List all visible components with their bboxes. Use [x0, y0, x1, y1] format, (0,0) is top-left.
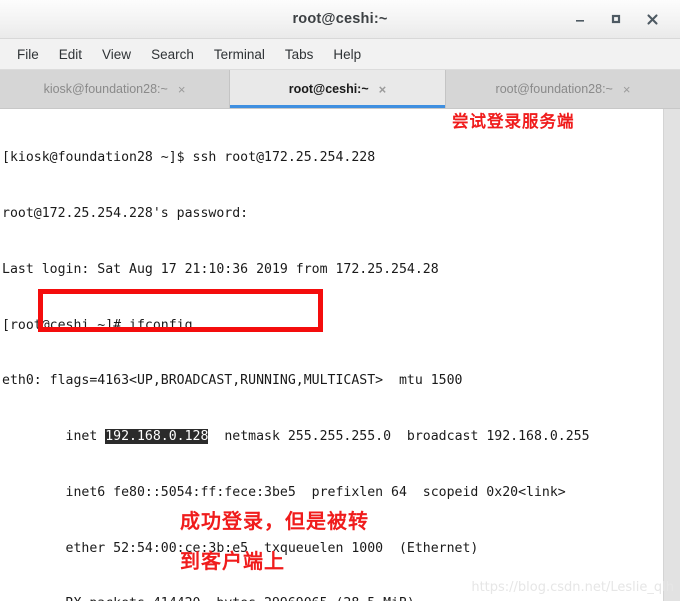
maximize-button[interactable]: [606, 9, 626, 29]
annotation-login-attempt: 尝试登录服务端: [452, 112, 575, 131]
menu-item-help[interactable]: Help: [324, 44, 370, 65]
tab-close-icon[interactable]: ×: [379, 83, 387, 96]
tab-bar: kiosk@foundation28:~ × root@ceshi:~ × ro…: [0, 70, 680, 109]
menu-item-view[interactable]: View: [93, 44, 140, 65]
menu-item-search[interactable]: Search: [142, 44, 203, 65]
window-title: root@ceshi:~: [292, 11, 388, 27]
terminal-window: root@ceshi:~ File Edit View Search Termi…: [0, 0, 680, 601]
menu-bar: File Edit View Search Terminal Tabs Help: [0, 39, 680, 70]
tab-kiosk-foundation28[interactable]: kiosk@foundation28:~ ×: [0, 70, 230, 108]
close-button[interactable]: [642, 9, 662, 29]
annotation-result-line-2: 到客户端上: [180, 549, 285, 573]
menu-item-file[interactable]: File: [8, 44, 48, 65]
tab-close-icon[interactable]: ×: [623, 83, 631, 96]
minimize-button[interactable]: [570, 9, 590, 29]
terminal-line: eth0: flags=4163<UP,BROADCAST,RUNNING,MU…: [2, 373, 463, 389]
title-bar: root@ceshi:~: [0, 0, 680, 39]
terminal-line: ether 52:54:00:ce:3b:e5 txqueuelen 1000 …: [2, 540, 479, 556]
inet-suffix: netmask 255.255.255.0 broadcast 192.168.…: [208, 429, 590, 445]
tab-label: root@ceshi:~: [288, 82, 369, 96]
terminal-line: RX packets 414420 bytes 29969065 (28.5 M…: [2, 595, 680, 601]
menu-item-terminal[interactable]: Terminal: [205, 44, 274, 65]
watermark: https://blog.csdn.net/Leslie_qlh: [471, 580, 674, 595]
terminal-scrollbar[interactable]: [663, 109, 680, 601]
window-controls: [570, 0, 672, 38]
selected-ip-address: 192.168.0.128: [105, 429, 209, 445]
menu-item-tabs[interactable]: Tabs: [276, 44, 323, 65]
terminal-line: inet6 fe80::5054:ff:fece:3be5 prefixlen …: [2, 484, 566, 500]
inet-prefix: inet: [2, 429, 106, 445]
tab-close-icon[interactable]: ×: [178, 83, 186, 96]
terminal-line: root@172.25.254.228's password:: [2, 205, 249, 221]
tab-label: root@foundation28:~: [495, 82, 613, 96]
tab-label: kiosk@foundation28:~: [43, 82, 168, 96]
terminal-line: [root@ceshi ~]# ifconfig: [2, 317, 193, 333]
annotation-result-line-1: 成功登录，但是被转: [180, 509, 369, 533]
terminal-line-inet: inet 192.168.0.128 netmask 255.255.255.0…: [2, 428, 680, 447]
terminal-line: [kiosk@foundation28 ~]$ ssh root@172.25.…: [2, 150, 376, 166]
tab-root-ceshi[interactable]: root@ceshi:~ ×: [230, 70, 446, 108]
tab-root-foundation28[interactable]: root@foundation28:~ ×: [446, 70, 680, 108]
terminal-line: Last login: Sat Aug 17 21:10:36 2019 fro…: [2, 261, 439, 277]
menu-item-edit[interactable]: Edit: [50, 44, 91, 65]
